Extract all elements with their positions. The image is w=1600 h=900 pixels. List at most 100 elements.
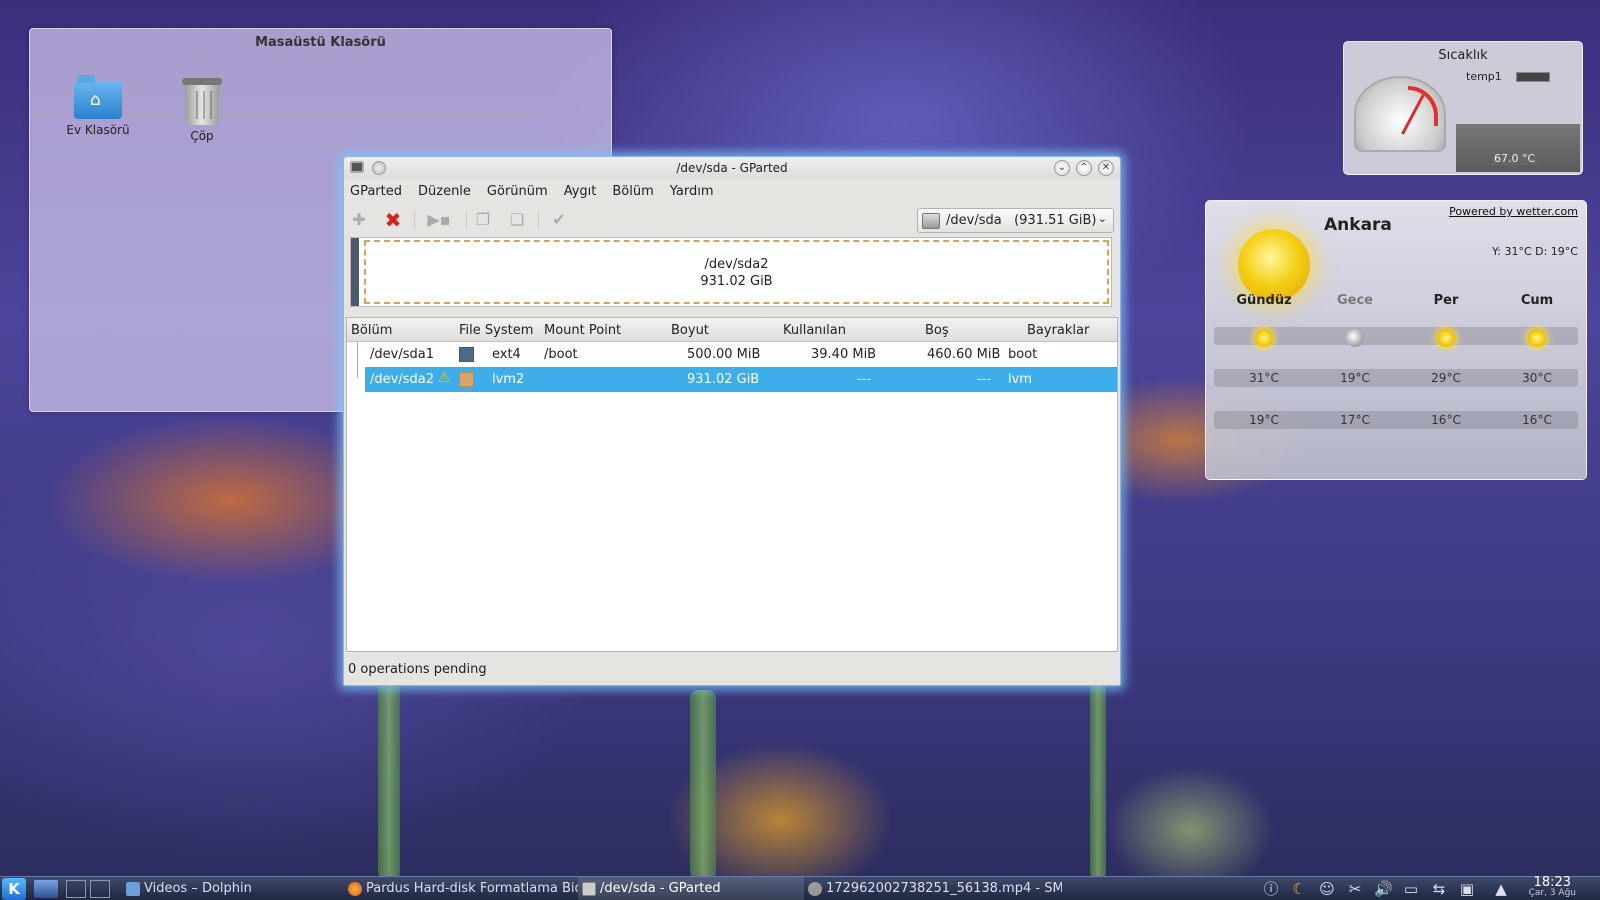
cell-filesystem: lvm2 <box>492 372 525 387</box>
toolbar-separator <box>466 211 467 229</box>
scissors-icon[interactable]: ✂ <box>1346 880 1364 898</box>
forecast-day-label: Gece <box>1336 293 1373 308</box>
forecast-high: 29°C <box>1431 371 1461 385</box>
new-partition-icon[interactable]: ✚ <box>348 209 370 231</box>
partition-map: /dev/sda2 931.02 GiB <box>350 237 1112 307</box>
partition-map-size: 931.02 GiB <box>700 274 773 289</box>
firefox-icon <box>348 882 362 896</box>
cell-free: --- <box>977 372 992 387</box>
partition-map-segment-sda2[interactable]: /dev/sda2 931.02 GiB <box>364 240 1109 304</box>
pager-desktop-1-icon[interactable] <box>66 880 86 898</box>
tray-expand-icon[interactable]: ▲ <box>1492 880 1510 898</box>
forecast-low: 17°C <box>1340 413 1370 427</box>
hard-disk-icon <box>922 212 940 229</box>
forecast-high: 31°C <box>1249 371 1279 385</box>
column-filesystem[interactable]: File System <box>459 323 533 338</box>
menu-edit[interactable]: Düzenle <box>418 184 471 199</box>
window-title: /dev/sda - GParted <box>676 161 788 175</box>
status-bar: 0 operations pending <box>348 662 487 677</box>
smplayer-icon <box>808 882 822 896</box>
table-row[interactable]: /dev/sda1 ext4 /boot 500.00 MiB 39.40 Mi… <box>347 342 1117 367</box>
trash-icon <box>182 78 222 125</box>
partition-table: Bölüm File System Mount Point Boyut Kull… <box>346 317 1118 652</box>
forecast-high: 30°C <box>1522 371 1552 385</box>
dolphin-icon <box>126 882 140 896</box>
cell-size: 931.02 GiB <box>687 372 760 387</box>
resize-move-icon[interactable]: ▶▪ <box>424 209 454 231</box>
menu-partition[interactable]: Bölüm <box>612 184 653 199</box>
cell-partition: /dev/sda2 <box>370 372 434 387</box>
weather-city: Ankara <box>1324 215 1392 235</box>
volume-icon[interactable]: 🔊 <box>1374 880 1393 898</box>
menu-view[interactable]: Görünüm <box>487 184 548 199</box>
sensor-bar <box>1516 72 1550 82</box>
menu-gparted[interactable]: GParted <box>350 184 402 199</box>
thermometer-gauge-icon <box>1354 76 1446 152</box>
column-mount-point[interactable]: Mount Point <box>544 323 621 338</box>
minimize-button[interactable]: ⌄ <box>1054 160 1070 176</box>
removable-device-icon[interactable]: ▣ <box>1458 880 1476 898</box>
sun-icon <box>1255 329 1273 347</box>
cell-partition: /dev/sda1 <box>370 347 434 362</box>
info-icon[interactable]: ⓘ <box>1262 880 1280 898</box>
table-header: Bölüm File System Mount Point Boyut Kull… <box>347 318 1117 342</box>
task-firefox[interactable]: Pardus Hard-disk Formatlama Bio <box>344 877 578 900</box>
column-flags[interactable]: Bayraklar <box>1027 323 1089 338</box>
task-gparted[interactable]: /dev/sda - GParted <box>578 877 804 900</box>
desktop-icon-label: Çöp <box>190 129 214 143</box>
filesystem-color-swatch <box>459 347 474 362</box>
gauge-red-zone <box>1408 86 1438 126</box>
temperature-value: 67.0 °C <box>1492 152 1538 165</box>
task-dolphin[interactable]: Videos – Dolphin <box>122 877 342 900</box>
column-free[interactable]: Boş <box>925 323 949 338</box>
night-mode-icon[interactable]: ☾ <box>1290 880 1308 898</box>
menu-device[interactable]: Aygıt <box>564 184 597 199</box>
show-desktop-icon[interactable] <box>34 880 58 898</box>
apply-icon[interactable]: ✔ <box>548 209 570 231</box>
clock[interactable]: 18:23 Çar, 3 Ağu <box>1528 875 1576 899</box>
warning-icon: ⚠ <box>438 370 451 386</box>
cell-flags: lvm <box>1008 372 1032 387</box>
kde-launcher-icon[interactable]: K <box>2 878 26 900</box>
forecast-low: 16°C <box>1522 413 1552 427</box>
window-titlebar[interactable]: /dev/sda - GParted ⌄ ⌃ ✕ <box>344 157 1120 179</box>
delete-partition-icon[interactable]: ✖ <box>382 209 404 231</box>
menu-help[interactable]: Yardım <box>670 184 714 199</box>
weather-high-low: Y: 31°C D: 19°C <box>1492 245 1578 258</box>
gparted-icon <box>582 882 596 896</box>
desktop-icon-home[interactable]: ⌂ Ev Klasörü <box>53 75 143 137</box>
task-label: Pardus Hard-disk Formatlama Bio <box>366 881 578 896</box>
pet-icon[interactable]: ☺ <box>1318 880 1336 898</box>
network-icon[interactable]: ⇆ <box>1430 880 1448 898</box>
column-partition[interactable]: Bölüm <box>351 323 392 338</box>
close-button[interactable]: ✕ <box>1098 160 1114 176</box>
forecast-day-label: Gündüz <box>1236 293 1292 308</box>
copy-icon[interactable]: ❐ <box>472 209 494 231</box>
column-used[interactable]: Kullanılan <box>783 323 846 338</box>
clock-date: Çar, 3 Ağu <box>1528 888 1576 898</box>
forecast-high: 19°C <box>1340 371 1370 385</box>
cell-used: 39.40 MiB <box>811 347 877 362</box>
paste-icon[interactable]: ❏ <box>506 209 528 231</box>
taskbar: K Videos – Dolphin Pardus Hard-disk Form… <box>0 876 1600 900</box>
column-size[interactable]: Boyut <box>671 323 709 338</box>
task-label: Videos – Dolphin <box>144 881 252 896</box>
task-smplayer[interactable]: 172962002738251_56138.mp4 - SMPlayer <box>804 877 1062 900</box>
desktop-icon-label: Ev Klasörü <box>66 123 130 137</box>
chevron-down-icon: ⌄ <box>1097 212 1107 225</box>
desktop-icon-trash[interactable]: Çöp <box>157 77 247 143</box>
home-folder-icon: ⌂ <box>74 75 122 119</box>
device-selector[interactable]: /dev/sda (931.51 GiB) ⌄ <box>917 208 1114 233</box>
clock-time: 18:23 <box>1533 875 1572 890</box>
menubar: GParted Düzenle Görünüm Aygıt Bölüm Yard… <box>344 179 1120 203</box>
pager-desktop-2-icon[interactable] <box>90 880 110 898</box>
cell-used: --- <box>857 372 872 387</box>
maximize-button[interactable]: ⌃ <box>1076 160 1092 176</box>
table-row-selected[interactable]: /dev/sda2 ⚠ lvm2 931.02 GiB --- --- lvm <box>365 367 1117 392</box>
task-label: /dev/sda - GParted <box>600 881 721 896</box>
partition-map-segment-sda1[interactable] <box>351 238 359 306</box>
wallpaper-stem <box>690 690 716 880</box>
display-icon[interactable]: ▭ <box>1402 880 1420 898</box>
sun-icon <box>1238 229 1310 301</box>
weather-provider-link[interactable]: Powered by wetter.com <box>1449 205 1578 218</box>
